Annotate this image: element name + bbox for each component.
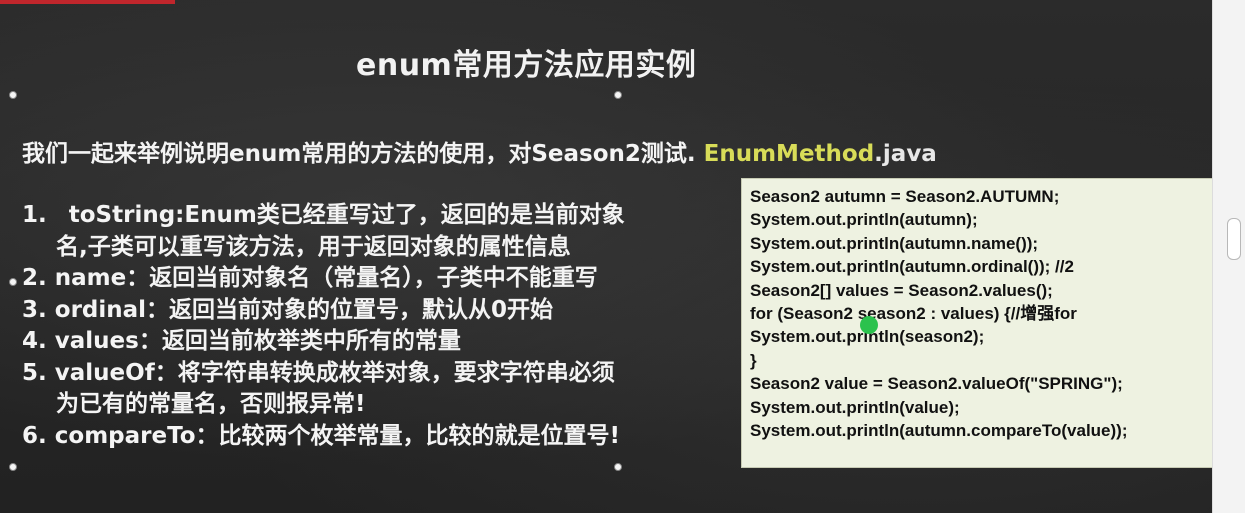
code-line: System.out.println(autumn);	[750, 210, 978, 230]
top-accent-bar	[0, 0, 175, 4]
code-line: System.out.println(value);	[750, 397, 960, 417]
code-line: System.out.println(autumn.compareTo(valu…	[750, 421, 1128, 441]
selection-handle-icon[interactable]	[9, 463, 17, 471]
file-name-highlight: EnumMethod	[703, 141, 875, 167]
selection-handle-icon[interactable]	[614, 463, 622, 471]
scrollbar-thumb[interactable]	[1227, 218, 1241, 260]
list-item-continuation: 名,子类可以重写该方法，用于返回对象的属性信息	[22, 232, 722, 264]
list-text: name：返回当前对象名（常量名），子类中不能重写	[54, 265, 598, 291]
list-text: toString:Enum类已经重写过了，返回的是当前对象	[68, 202, 625, 228]
code-line: }	[750, 350, 757, 370]
code-line: System.out.println(season2);	[750, 327, 985, 347]
list-number: 6.	[22, 422, 47, 449]
list-number: 5.	[22, 359, 47, 386]
slide-canvas[interactable]: enum常用方法应用实例 我们一起来举例说明enum常用的方法的使用，对Seas…	[0, 0, 1228, 513]
list-item: 5. valueOf：将字符串转换成枚举对象，要求字符串必须	[22, 358, 722, 390]
slide-title[interactable]: enum常用方法应用实例	[356, 40, 696, 84]
code-line: Season2[] values = Season2.values();	[750, 280, 1053, 300]
intro-main: 我们一起来举例说明enum常用的方法的使用，对Season2测试.	[22, 141, 704, 167]
intro-text[interactable]: 我们一起来举例说明enum常用的方法的使用，对Season2测试. EnumMe…	[22, 134, 937, 168]
cursor-indicator-icon	[860, 316, 878, 334]
list-number: 2.	[22, 265, 47, 291]
list-text: 名,子类可以重写该方法，用于返回对象的属性信息	[56, 233, 571, 260]
code-line: Season2 autumn = Season2.AUTUMN;	[750, 187, 1060, 206]
selection-handle-icon[interactable]	[9, 91, 17, 99]
list-item: 6. compareTo：比较两个枚举常量，比较的就是位置号!	[22, 421, 722, 453]
list-text: compareTo：比较两个枚举常量，比较的就是位置号!	[54, 422, 621, 449]
list-item: 2. name：返回当前对象名（常量名），子类中不能重写	[22, 263, 722, 295]
list-number: 1.	[22, 202, 47, 228]
file-extension: .java	[874, 141, 937, 167]
code-line: System.out.println(autumn.ordinal()); //…	[750, 257, 1074, 277]
list-item: 3. ordinal：返回当前对象的位置号，默认从0开始	[22, 295, 722, 327]
code-line: for (Season2 season2 : values) {//增强for	[750, 304, 1077, 324]
list-item: 1. toString:Enum类已经重写过了，返回的是当前对象	[22, 200, 722, 232]
code-line: Season2 value = Season2.valueOf("SPRING"…	[750, 374, 1123, 394]
list-number: 4.	[22, 328, 47, 354]
code-box[interactable]: Season2 autumn = Season2.AUTUMN; System.…	[741, 178, 1225, 468]
list-number: 3.	[22, 296, 47, 323]
method-list[interactable]: 1. toString:Enum类已经重写过了，返回的是当前对象 名,子类可以重…	[22, 200, 722, 452]
list-item: 4. values：返回当前枚举类中所有的常量	[22, 326, 722, 358]
list-text: valueOf：将字符串转换成枚举对象，要求字符串必须	[54, 359, 615, 386]
code-line: System.out.println(autumn.name());	[750, 233, 1039, 253]
list-text: ordinal：返回当前对象的位置号，默认从0开始	[54, 296, 554, 323]
list-text: values：返回当前枚举类中所有的常量	[54, 328, 461, 354]
list-item-continuation: 为已有的常量名，否则报异常!	[22, 389, 722, 421]
selection-handle-icon[interactable]	[614, 91, 622, 99]
list-text: 为已有的常量名，否则报异常!	[56, 391, 366, 417]
selection-handle-icon[interactable]	[9, 278, 17, 286]
